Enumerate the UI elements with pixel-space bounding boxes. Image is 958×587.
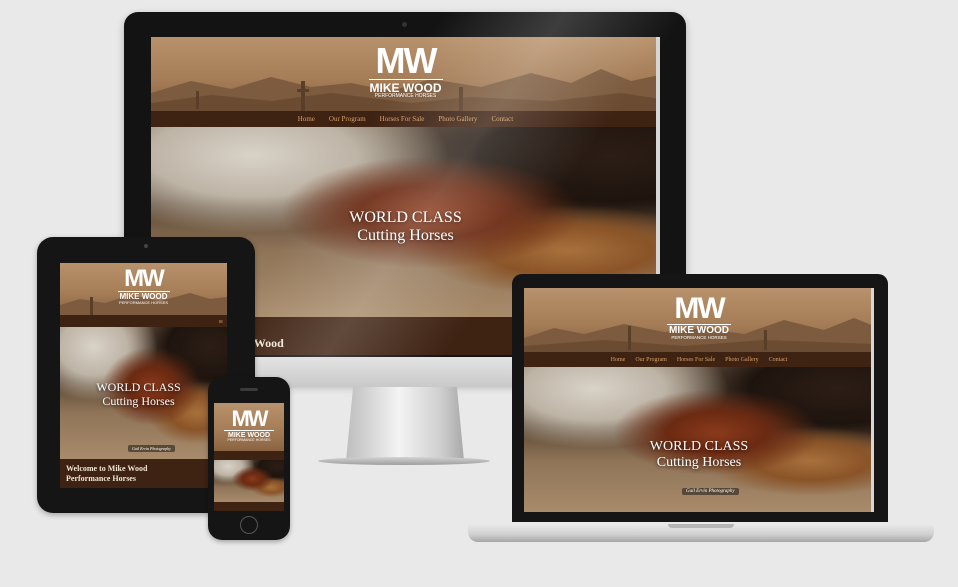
- laptop-hero-line-1: WORLD CLASS: [649, 439, 749, 454]
- laptop-hero-line-2: Cutting Horses: [656, 455, 742, 471]
- laptop-notch: [668, 524, 734, 528]
- tablet-logo-mark: MW: [124, 265, 165, 292]
- tablet-welcome-line-1: Welcome to Mike Wood: [66, 464, 148, 473]
- logo-name: MIKE WOOD: [368, 79, 443, 95]
- tablet-screen: MW MIKE WOOD PERFORMANCE HORSES ≡ WORLD …: [60, 263, 227, 488]
- laptop-hero-heading: WORLD CLASS Cutting Horses: [524, 439, 874, 471]
- logo-mark: MW: [375, 40, 438, 81]
- nav-photo-gallery[interactable]: Photo Gallery: [438, 115, 477, 123]
- logo-subtitle: PERFORMANCE HORSES: [374, 93, 437, 99]
- laptop-nav-horses-for-sale[interactable]: Horses For Sale: [677, 357, 715, 363]
- site-header: MW MIKE WOOD PERFORMANCE HORSES: [151, 37, 660, 113]
- tablet-logo-subtitle: PERFORMANCE HORSES: [118, 300, 169, 305]
- hamburger-menu-icon[interactable]: ≡: [218, 317, 223, 326]
- laptop-screen: MW MIKE WOOD PERFORMANCE HORSES Home Our…: [524, 288, 874, 512]
- laptop-site-header: MW MIKE WOOD PERFORMANCE HORSES: [524, 288, 874, 352]
- laptop-hero-image: WORLD CLASS Cutting Horses Gail Ervin Ph…: [524, 367, 874, 512]
- site-nav: Home Our Program Horses For Sale Photo G…: [151, 111, 660, 127]
- phone-nav-bar: [214, 451, 284, 460]
- phone-logo-subtitle: PERFORMANCE HORSES: [227, 438, 271, 442]
- nav-contact[interactable]: Contact: [491, 115, 513, 123]
- phone-logo[interactable]: MW MIKE WOOD PERFORMANCE HORSES: [224, 408, 274, 443]
- tablet-site-header: MW MIKE WOOD PERFORMANCE HORSES: [60, 263, 227, 317]
- nav-horses-for-sale[interactable]: Horses For Sale: [380, 115, 425, 123]
- phone-hero-image: [214, 460, 284, 502]
- tablet-camera: [144, 244, 148, 248]
- phone-welcome-band: [214, 502, 284, 511]
- phone-screen: MW MIKE WOOD PERFORMANCE HORSES: [214, 403, 284, 511]
- laptop-nav-contact[interactable]: Contact: [769, 357, 788, 363]
- nav-our-program[interactable]: Our Program: [329, 115, 366, 123]
- tablet-welcome-heading: Welcome to Mike Wood Performance Horses: [66, 464, 147, 484]
- phone-site-header: MW MIKE WOOD PERFORMANCE HORSES: [214, 403, 284, 451]
- laptop-logo-subtitle: PERFORMANCE HORSES: [671, 335, 727, 340]
- phone-speaker: [240, 388, 258, 391]
- laptop-nav: Home Our Program Horses For Sale Photo G…: [524, 352, 874, 367]
- tablet-photo-credit: Gail Ervin Photography: [128, 445, 175, 452]
- phone-home-button[interactable]: [240, 516, 258, 534]
- tablet-hero-line-2: Cutting Horses: [102, 393, 175, 408]
- laptop-nav-photo-gallery[interactable]: Photo Gallery: [725, 357, 759, 363]
- tablet-welcome-band: Welcome to Mike Wood Performance Horses: [60, 459, 227, 488]
- phone-logo-mark: MW: [231, 406, 268, 431]
- laptop-nav-home[interactable]: Home: [611, 357, 626, 363]
- imac-camera: [402, 22, 407, 27]
- tablet-nav-bar: ≡: [60, 315, 227, 327]
- laptop-nav-our-program[interactable]: Our Program: [635, 357, 667, 363]
- imac-stand: [346, 387, 464, 461]
- nav-home[interactable]: Home: [298, 115, 315, 123]
- tablet-hero-line-1: WORLD CLASS: [96, 380, 181, 394]
- tablet-welcome-line-2: Performance Horses: [66, 474, 136, 483]
- site-logo[interactable]: MW MIKE WOOD PERFORMANCE HORSES: [368, 40, 443, 100]
- laptop-logo[interactable]: MW MIKE WOOD PERFORMANCE HORSES: [667, 294, 731, 341]
- laptop-logo-mark: MW: [674, 292, 725, 325]
- tablet-hero-image: WORLD CLASS Cutting Horses Gail Ervin Ph…: [60, 327, 227, 459]
- laptop-photo-credit: Gail Ervin Photography: [682, 488, 739, 495]
- tablet-hero-heading: WORLD CLASS Cutting Horses: [60, 380, 227, 409]
- imac-stand-base: [318, 457, 490, 465]
- hero-line-1: WORLD CLASS: [349, 209, 462, 226]
- tablet-logo[interactable]: MW MIKE WOOD PERFORMANCE HORSES: [117, 265, 170, 305]
- laptop-scrollbar[interactable]: [871, 288, 874, 512]
